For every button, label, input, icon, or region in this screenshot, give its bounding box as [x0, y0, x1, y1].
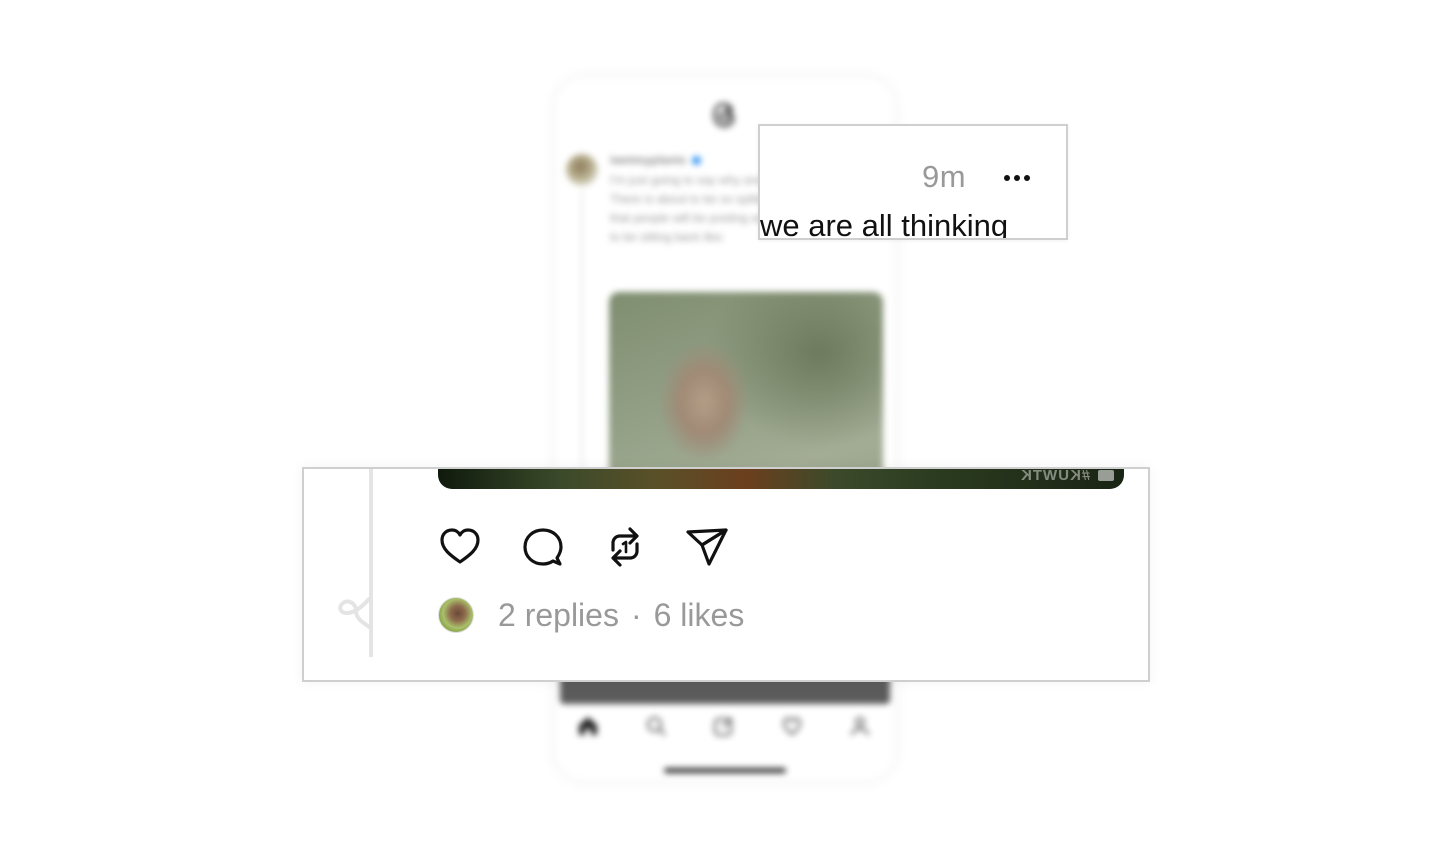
stats-separator: · [630, 596, 642, 633]
home-icon[interactable] [576, 714, 600, 738]
share-button[interactable] [685, 525, 729, 569]
threads-logo-icon [713, 102, 735, 128]
replies-count[interactable]: 2 replies [498, 597, 619, 634]
post-image-edge[interactable]: #KUWTK [438, 467, 1124, 489]
bottom-nav [556, 714, 894, 742]
repost-button[interactable] [603, 525, 647, 569]
likes-count[interactable]: 6 likes [654, 597, 745, 634]
like-button[interactable] [438, 525, 482, 569]
send-icon [686, 528, 728, 566]
more-options-button[interactable] [996, 162, 1038, 194]
profile-icon[interactable] [848, 714, 872, 738]
author-avatar[interactable] [566, 154, 598, 186]
more-horizontal-icon [1004, 175, 1010, 181]
home-indicator [664, 768, 786, 773]
zoom-callout-header: 9m we are all thinking [758, 124, 1068, 240]
verified-badge-icon [692, 156, 702, 166]
zoom-callout-actions: #KUWTK 2 replies · 6 likes [302, 467, 1150, 682]
post-text-fragment: we are all thinking [760, 208, 1009, 240]
post-timestamp: 9m [922, 159, 967, 194]
search-icon[interactable] [644, 714, 668, 738]
repost-icon [611, 527, 639, 567]
image-watermark: #KUWTK [1019, 467, 1090, 484]
reply-button[interactable] [521, 525, 565, 569]
compose-icon[interactable] [712, 714, 736, 738]
image-badge-icon [1098, 470, 1114, 481]
thread-loop-icon [338, 597, 371, 629]
author-username[interactable]: iwetmyplants [610, 153, 702, 167]
post-stats: 2 replies · 6 likes [438, 595, 744, 635]
comment-icon [523, 528, 563, 566]
activity-heart-icon[interactable] [780, 714, 804, 738]
heart-icon [440, 528, 480, 564]
replier-avatar[interactable] [438, 597, 474, 633]
